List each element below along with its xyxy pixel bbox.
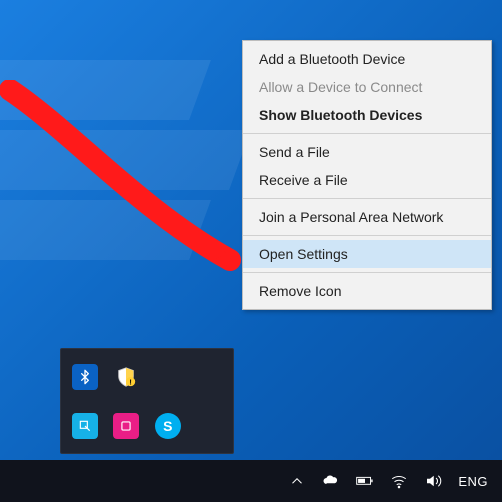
menu-item-allow-connect: Allow a Device to Connect [243,73,491,101]
menu-separator [243,235,491,236]
tray-skype-icon[interactable]: S [150,404,186,447]
menu-item-open-settings[interactable]: Open Settings [243,240,491,268]
menu-separator [243,198,491,199]
svg-text:!: ! [130,377,132,386]
decorative-beam [0,60,211,120]
tray-overflow-chevron-icon[interactable] [288,472,306,490]
volume-icon[interactable] [424,472,442,490]
desktop-background: Add a Bluetooth Device Allow a Device to… [0,0,502,502]
menu-separator [243,133,491,134]
decorative-beam [0,130,251,190]
battery-icon[interactable] [356,472,374,490]
menu-item-show-devices[interactable]: Show Bluetooth Devices [243,101,491,129]
system-tray-overflow: ! S [60,348,234,454]
menu-item-join-pan[interactable]: Join a Personal Area Network [243,203,491,231]
taskbar: ENG [0,460,502,502]
menu-item-remove-icon[interactable]: Remove Icon [243,277,491,305]
tray-app-icon-1[interactable] [67,404,103,447]
taskbar-tray: ENG [274,472,502,490]
decorative-beam [0,200,211,260]
wifi-icon[interactable] [390,472,408,490]
tray-app-icon-2[interactable] [109,404,145,447]
onedrive-icon[interactable] [322,472,340,490]
language-indicator[interactable]: ENG [458,474,488,489]
tray-security-icon[interactable]: ! [109,355,145,398]
tray-bluetooth-icon[interactable] [67,355,103,398]
menu-separator [243,272,491,273]
menu-item-add-device[interactable]: Add a Bluetooth Device [243,45,491,73]
menu-item-receive-file[interactable]: Receive a File [243,166,491,194]
bluetooth-context-menu: Add a Bluetooth Device Allow a Device to… [242,40,492,310]
menu-item-send-file[interactable]: Send a File [243,138,491,166]
